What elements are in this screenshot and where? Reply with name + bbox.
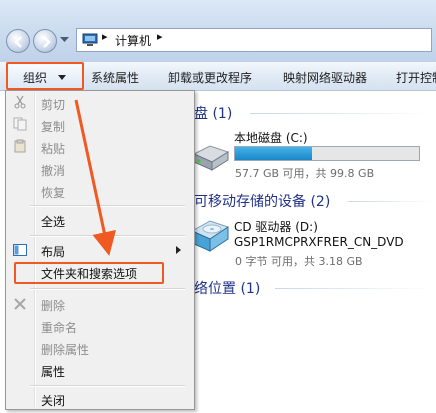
- drive-name-c[interactable]: 本地磁盘 (C:): [234, 129, 308, 146]
- submenu-arrow-icon: [176, 246, 181, 254]
- drive-space-d: 0 字节 可用，共 3.18 GB: [235, 255, 363, 268]
- chevron-down-icon: [58, 75, 66, 80]
- menu-item-select-all[interactable]: 全选: [41, 213, 65, 230]
- menu-item-close[interactable]: 关闭: [41, 392, 65, 409]
- group-header-removable[interactable]: 有可移动存储的设备 (2): [180, 191, 330, 211]
- menu-item-delete[interactable]: 删除: [41, 297, 65, 314]
- breadcrumb-separator[interactable]: ▸: [157, 30, 163, 43]
- menu-item-rename[interactable]: 重命名: [41, 319, 77, 336]
- forward-button[interactable]: [33, 29, 57, 53]
- drive-space-c: 57.7 GB 可用，共 99.8 GB: [235, 167, 375, 180]
- menu-item-paste[interactable]: 粘贴: [41, 140, 65, 157]
- organize-label: 组织: [23, 71, 48, 85]
- menu-separator: [30, 385, 185, 387]
- hard-drive-icon[interactable]: [190, 140, 230, 174]
- drive-name-d[interactable]: CD 驱动器 (D:): [234, 218, 318, 235]
- menu-item-layout[interactable]: 布局: [41, 243, 65, 260]
- scissors-icon: [14, 95, 26, 109]
- menu-item-folder-search-options[interactable]: 文件夹和搜索选项: [41, 265, 137, 282]
- group-divider: [275, 288, 432, 289]
- menu-item-copy[interactable]: 复制: [41, 118, 65, 135]
- address-input[interactable]: ▸ 计算机 ▸: [76, 28, 432, 52]
- cd-drive-icon[interactable]: [190, 215, 230, 255]
- delete-x-icon: [14, 298, 26, 310]
- layout-icon: [13, 244, 27, 256]
- menu-icon-gutter: [34, 93, 36, 407]
- paste-clipboard-icon: [14, 139, 26, 153]
- organize-menu: [5, 90, 195, 410]
- capacity-bar-fill: [235, 147, 313, 160]
- forward-arrow-icon: [43, 36, 51, 48]
- menu-separator: [30, 205, 185, 207]
- open-control-panel-button[interactable]: 打开控制: [396, 69, 436, 86]
- menu-separator: [30, 235, 185, 237]
- address-bar-area: ▸ 计算机 ▸: [0, 0, 436, 63]
- group-divider: [250, 113, 430, 114]
- system-properties-button[interactable]: 系统属性: [91, 69, 139, 86]
- menu-item-properties[interactable]: 属性: [41, 363, 65, 380]
- menu-item-redo[interactable]: 恢复: [41, 184, 65, 201]
- computer-icon: [82, 33, 98, 46]
- breadcrumb-separator[interactable]: ▸: [102, 30, 108, 43]
- capacity-bar: [234, 146, 420, 161]
- map-network-drive-button[interactable]: 映射网络驱动器: [283, 69, 367, 86]
- drive-volume-label-d: GSP1RMCPRXFRER_CN_DVD: [234, 235, 404, 249]
- recent-pages-chevron-icon[interactable]: [60, 37, 69, 43]
- menu-separator: [30, 288, 185, 290]
- group-divider: [348, 201, 432, 202]
- uninstall-program-button[interactable]: 卸载或更改程序: [168, 69, 252, 86]
- back-button[interactable]: [6, 29, 30, 53]
- breadcrumb-computer[interactable]: 计算机: [115, 32, 151, 49]
- organize-button[interactable]: 组织: [6, 62, 84, 90]
- menu-item-undo[interactable]: 撤消: [41, 162, 65, 179]
- back-arrow-icon: [14, 36, 22, 48]
- menu-item-cut[interactable]: 剪切: [41, 96, 65, 113]
- copy-icon: [13, 117, 27, 131]
- menu-item-remove-properties[interactable]: 删除属性: [41, 341, 89, 358]
